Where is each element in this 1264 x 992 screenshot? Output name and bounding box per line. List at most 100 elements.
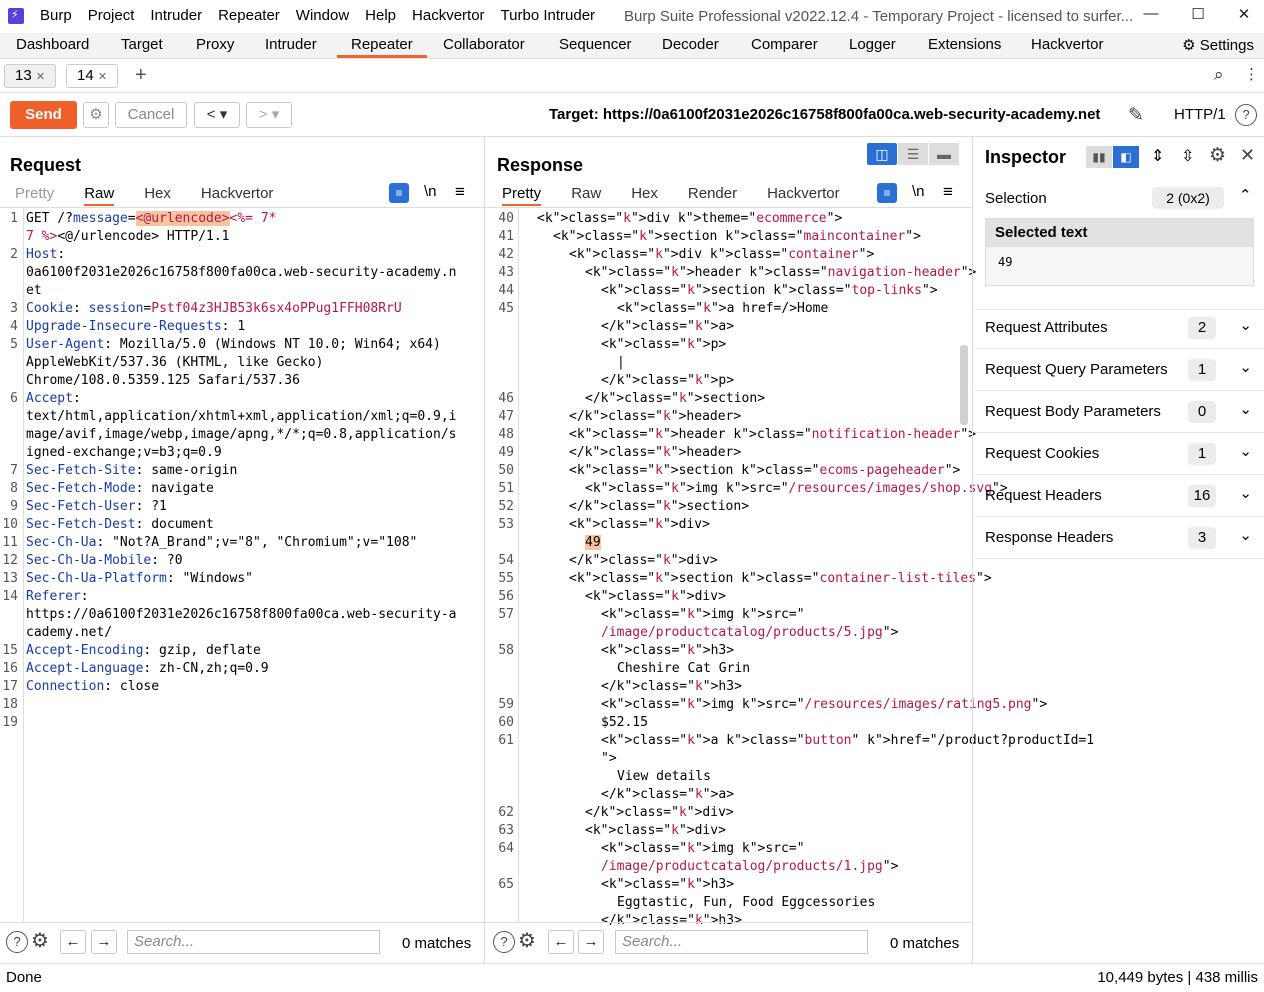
tab-logger[interactable]: Logger xyxy=(849,36,896,53)
inspector-section-response-headers[interactable]: Response Headers 3 ⌄ xyxy=(975,517,1264,559)
request-tab-hex[interactable]: Hex xyxy=(144,185,171,206)
tab-extensions[interactable]: Extensions xyxy=(928,36,1001,53)
line-number: 3 xyxy=(10,301,18,316)
settings-button[interactable]: ⚙ Settings xyxy=(1182,36,1254,54)
menu-item-hackvertor[interactable]: Hackvertor xyxy=(412,7,485,24)
wrap-lines-icon[interactable]: ≡ xyxy=(877,183,897,203)
tab-decoder[interactable]: Decoder xyxy=(662,36,719,53)
response-tab-hex[interactable]: Hex xyxy=(631,185,658,206)
selected-text-value[interactable]: 49 xyxy=(986,247,1253,277)
inspector-section-request-cookies[interactable]: Request Cookies 1 ⌄ xyxy=(975,433,1264,475)
line-number: 64 xyxy=(498,841,514,856)
back-history-button[interactable]: < ▾ xyxy=(194,102,240,128)
previous-match-button[interactable]: ← xyxy=(548,930,574,954)
chevron-down-icon[interactable]: ⌄ xyxy=(1239,358,1252,376)
layout-side-by-side-icon[interactable]: ◫ xyxy=(867,143,897,165)
section-count: 0 xyxy=(1188,401,1216,423)
pane-divider[interactable] xyxy=(484,137,485,963)
request-search-input[interactable]: Search... xyxy=(127,930,380,954)
reflected-value[interactable]: 49 xyxy=(585,535,601,550)
help-icon[interactable]: ? xyxy=(1235,104,1257,126)
tab-collaborator[interactable]: Collaborator xyxy=(443,36,525,53)
inspector-section-request-attributes[interactable]: Request Attributes 2 ⌄ xyxy=(975,307,1264,349)
maximize-icon[interactable]: ☐ xyxy=(1186,5,1210,27)
inspector-collapse-icon[interactable]: ▮▮ xyxy=(1086,146,1112,168)
hamburger-menu-icon[interactable]: ≡ xyxy=(455,182,465,202)
menu-item-turbo-intruder[interactable]: Turbo Intruder xyxy=(501,7,596,24)
gear-icon[interactable]: ⚙ xyxy=(1209,144,1226,167)
request-tab-pretty[interactable]: Pretty xyxy=(15,185,54,206)
response-tab-hackvertor[interactable]: Hackvertor xyxy=(767,185,840,206)
menu-item-repeater[interactable]: Repeater xyxy=(218,7,280,24)
tab-target[interactable]: Target xyxy=(121,36,163,53)
menu-item-burp[interactable]: Burp xyxy=(40,7,72,24)
chevron-down-icon[interactable]: ⌄ xyxy=(1239,484,1252,502)
next-match-button[interactable]: → xyxy=(578,930,604,954)
chevron-down-icon[interactable]: ⌄ xyxy=(1239,526,1252,544)
search-icon[interactable]: ⌕ xyxy=(1214,65,1224,85)
inspector-section-request-query-parameters[interactable]: Request Query Parameters 1 ⌄ xyxy=(975,349,1264,391)
response-search-input[interactable]: Search... xyxy=(615,930,868,954)
help-icon[interactable]: ? xyxy=(6,931,28,953)
gear-icon[interactable]: ⚙ xyxy=(83,102,109,128)
tab-repeater[interactable]: Repeater xyxy=(351,36,413,53)
response-tab-pretty[interactable]: Pretty xyxy=(502,185,542,206)
newline-toggle[interactable]: \n xyxy=(424,183,437,200)
inspector-section-request-headers[interactable]: Request Headers 16 ⌄ xyxy=(975,475,1264,517)
repeater-tab-13[interactable]: 13 ✕ xyxy=(4,64,57,88)
previous-match-button[interactable]: ← xyxy=(60,930,86,954)
menu-item-window[interactable]: Window xyxy=(296,7,349,24)
response-tab-raw[interactable]: Raw xyxy=(571,185,601,206)
collapse-all-icon[interactable]: ⇳ xyxy=(1181,146,1194,166)
help-icon[interactable]: ? xyxy=(493,931,515,953)
tab-comparer[interactable]: Comparer xyxy=(751,36,818,53)
close-window-icon[interactable]: ✕ xyxy=(1232,5,1256,27)
tab-sequencer[interactable]: Sequencer xyxy=(559,36,632,53)
wrap-lines-icon[interactable]: ≡ xyxy=(389,183,409,203)
add-tab-icon[interactable]: + xyxy=(135,64,147,87)
inspector-expand-icon[interactable]: ◧ xyxy=(1113,146,1139,168)
next-match-button[interactable]: → xyxy=(91,930,117,954)
response-line: <k">class="k">div> xyxy=(585,823,726,838)
tab-hackvertor[interactable]: Hackvertor xyxy=(1031,36,1104,53)
chevron-down-icon[interactable]: ⌄ xyxy=(1239,316,1252,334)
newline-toggle[interactable]: \n xyxy=(912,183,925,200)
minimize-icon[interactable]: — xyxy=(1139,5,1163,27)
hamburger-menu-icon[interactable]: ≡ xyxy=(943,182,953,202)
close-tab-icon[interactable]: ✕ xyxy=(98,71,107,83)
close-icon[interactable]: ✕ xyxy=(1240,145,1255,166)
tab-proxy[interactable]: Proxy xyxy=(196,36,234,53)
line-number: 9 xyxy=(10,499,18,514)
more-options-icon[interactable]: ⋮ xyxy=(1244,65,1259,83)
response-line: </k">class="k">h3> xyxy=(601,679,742,694)
forward-history-button[interactable]: > ▾ xyxy=(246,102,292,128)
line-number: 2 xyxy=(10,247,18,262)
pane-divider[interactable] xyxy=(972,137,973,963)
gear-icon[interactable]: ⚙ xyxy=(518,928,536,953)
tab-intruder[interactable]: Intruder xyxy=(265,36,317,53)
menu-item-project[interactable]: Project xyxy=(88,7,135,24)
response-scrollbar[interactable] xyxy=(960,345,968,425)
gear-icon[interactable]: ⚙ xyxy=(31,928,49,953)
chevron-up-icon[interactable]: ⌃ xyxy=(1239,186,1252,204)
response-tab-render[interactable]: Render xyxy=(688,185,737,206)
chevron-down-icon[interactable]: ⌄ xyxy=(1239,442,1252,460)
edit-target-icon[interactable]: ✎ xyxy=(1128,104,1144,127)
chevron-down-icon[interactable]: ⌄ xyxy=(1239,400,1252,418)
request-tab-hackvertor[interactable]: Hackvertor xyxy=(201,185,274,206)
request-tab-raw[interactable]: Raw xyxy=(84,185,115,206)
close-tab-icon[interactable]: ✕ xyxy=(36,71,45,83)
expand-all-icon[interactable]: ⇕ xyxy=(1151,146,1164,166)
layout-top-bottom-icon[interactable]: ☰ xyxy=(898,143,928,165)
line-number: 44 xyxy=(498,283,514,298)
cancel-button[interactable]: Cancel xyxy=(115,102,187,128)
repeater-tab-14[interactable]: 14 ✕ xyxy=(66,64,119,88)
http-version-label[interactable]: HTTP/1 xyxy=(1174,106,1226,123)
line-number: 61 xyxy=(498,733,514,748)
menu-item-help[interactable]: Help xyxy=(365,7,396,24)
inspector-section-request-body-parameters[interactable]: Request Body Parameters 0 ⌄ xyxy=(975,391,1264,433)
menu-item-intruder[interactable]: Intruder xyxy=(150,7,202,24)
send-button[interactable]: Send xyxy=(10,101,77,129)
tab-dashboard[interactable]: Dashboard xyxy=(16,36,89,53)
layout-tabs-icon[interactable]: ▬ xyxy=(929,143,959,165)
